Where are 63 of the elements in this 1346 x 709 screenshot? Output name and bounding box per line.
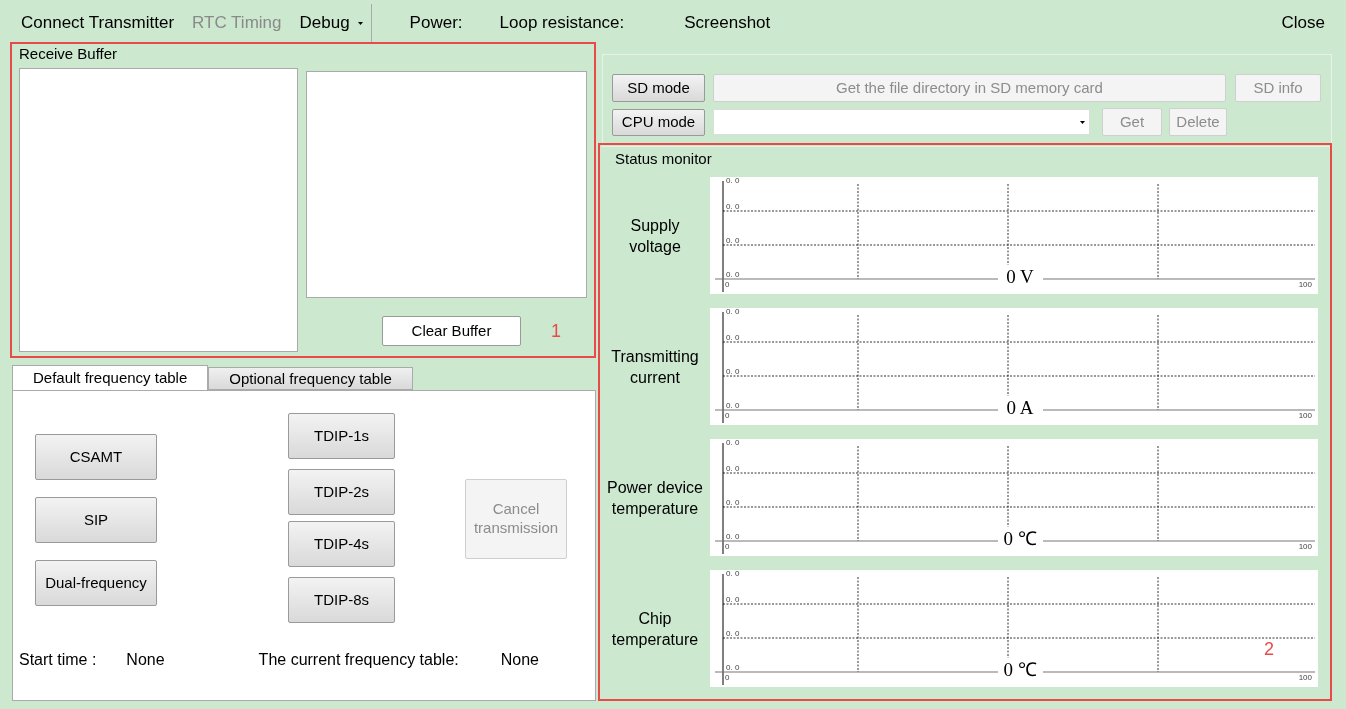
status-label: Loop resistance:	[499, 12, 625, 35]
info-value: None	[126, 650, 165, 670]
tick-label: 0. 0	[726, 498, 740, 507]
tick-label: 0. 0	[726, 202, 740, 211]
tick-label: 0	[725, 542, 730, 551]
dropdown-field[interactable]	[713, 109, 1090, 135]
monitor-label: Power device temperature	[605, 477, 704, 519]
info-label: The current frequency table:	[258, 650, 459, 670]
text-area[interactable]	[306, 71, 587, 298]
tick-label: 100	[1298, 280, 1312, 289]
panel-title: Receive Buffer	[19, 44, 119, 64]
tick-label: 0. 0	[726, 236, 740, 245]
tick-label: 0. 0	[726, 464, 740, 473]
tick-label: 0. 0	[726, 270, 740, 279]
close-menu-item[interactable]: Close	[1281, 10, 1325, 36]
tick-label: 0. 0	[726, 439, 740, 447]
status-label: Power:	[409, 12, 463, 35]
mode-button[interactable]: TDIP-4s	[288, 521, 395, 567]
tick-label: 0. 0	[726, 401, 740, 410]
chart-reading: 0 V	[1006, 266, 1034, 287]
tick-label: 100	[1298, 411, 1312, 420]
mode-button[interactable]: TDIP-2s	[288, 469, 395, 515]
caret-icon	[1080, 120, 1085, 124]
tick-label: 0. 0	[726, 663, 740, 672]
monitor-label: Chip temperature	[610, 608, 700, 650]
annotation-number: 1	[551, 319, 561, 343]
tick-label: 100	[1298, 542, 1312, 551]
info-label: Start time :	[19, 650, 97, 670]
caret-icon	[357, 21, 363, 25]
mode-button[interactable]: CSAMT	[35, 434, 157, 480]
cpu-mode-button[interactable]: CPU mode	[612, 108, 705, 136]
mode-button[interactable]: Dual-frequency	[35, 560, 157, 606]
monitor-label: Transmitting current	[610, 346, 700, 388]
tick-label: 0. 0	[726, 367, 740, 376]
sd-mode-button[interactable]: SD mode	[612, 74, 705, 102]
tab[interactable]: Default frequency table	[12, 365, 209, 390]
tick-label: 0. 0	[726, 570, 740, 578]
tick-label: 0	[725, 411, 730, 420]
tick-label: 0. 0	[726, 308, 740, 316]
chart-reading: 0 ℃	[1003, 528, 1037, 549]
tick-label: 0. 0	[726, 177, 740, 185]
monitor-label: Supply voltage	[628, 215, 682, 257]
text-area[interactable]	[19, 68, 298, 352]
menu-item[interactable]: Debug	[299, 10, 363, 36]
mode-button[interactable]: TDIP-8s	[288, 577, 395, 623]
panel-title: Status monitor	[615, 149, 713, 169]
mode-button[interactable]: SIP	[35, 497, 157, 543]
tick-label: 100	[1298, 673, 1312, 682]
tick-label: 0. 0	[726, 629, 740, 638]
chart-reading: 0 ℃	[1003, 659, 1037, 680]
mode-button[interactable]: TDIP-1s	[288, 413, 395, 459]
tick-label: 0. 0	[726, 595, 740, 604]
tick-label: 0	[725, 673, 730, 682]
tick-label: 0	[725, 280, 730, 289]
chart-reading: 0 A	[1006, 397, 1034, 418]
tick-label: 0. 0	[726, 333, 740, 342]
annotation-number: 2	[1264, 638, 1274, 661]
info-value: None	[500, 650, 539, 670]
screenshot-menu-item[interactable]: Screenshot	[684, 10, 771, 36]
clear-buffer-button[interactable]: Clear Buffer	[382, 316, 521, 346]
tab[interactable]: Optional frequency table	[208, 367, 413, 390]
menu-item[interactable]: Connect Transmitter	[21, 10, 175, 36]
tick-label: 0. 0	[726, 532, 740, 541]
